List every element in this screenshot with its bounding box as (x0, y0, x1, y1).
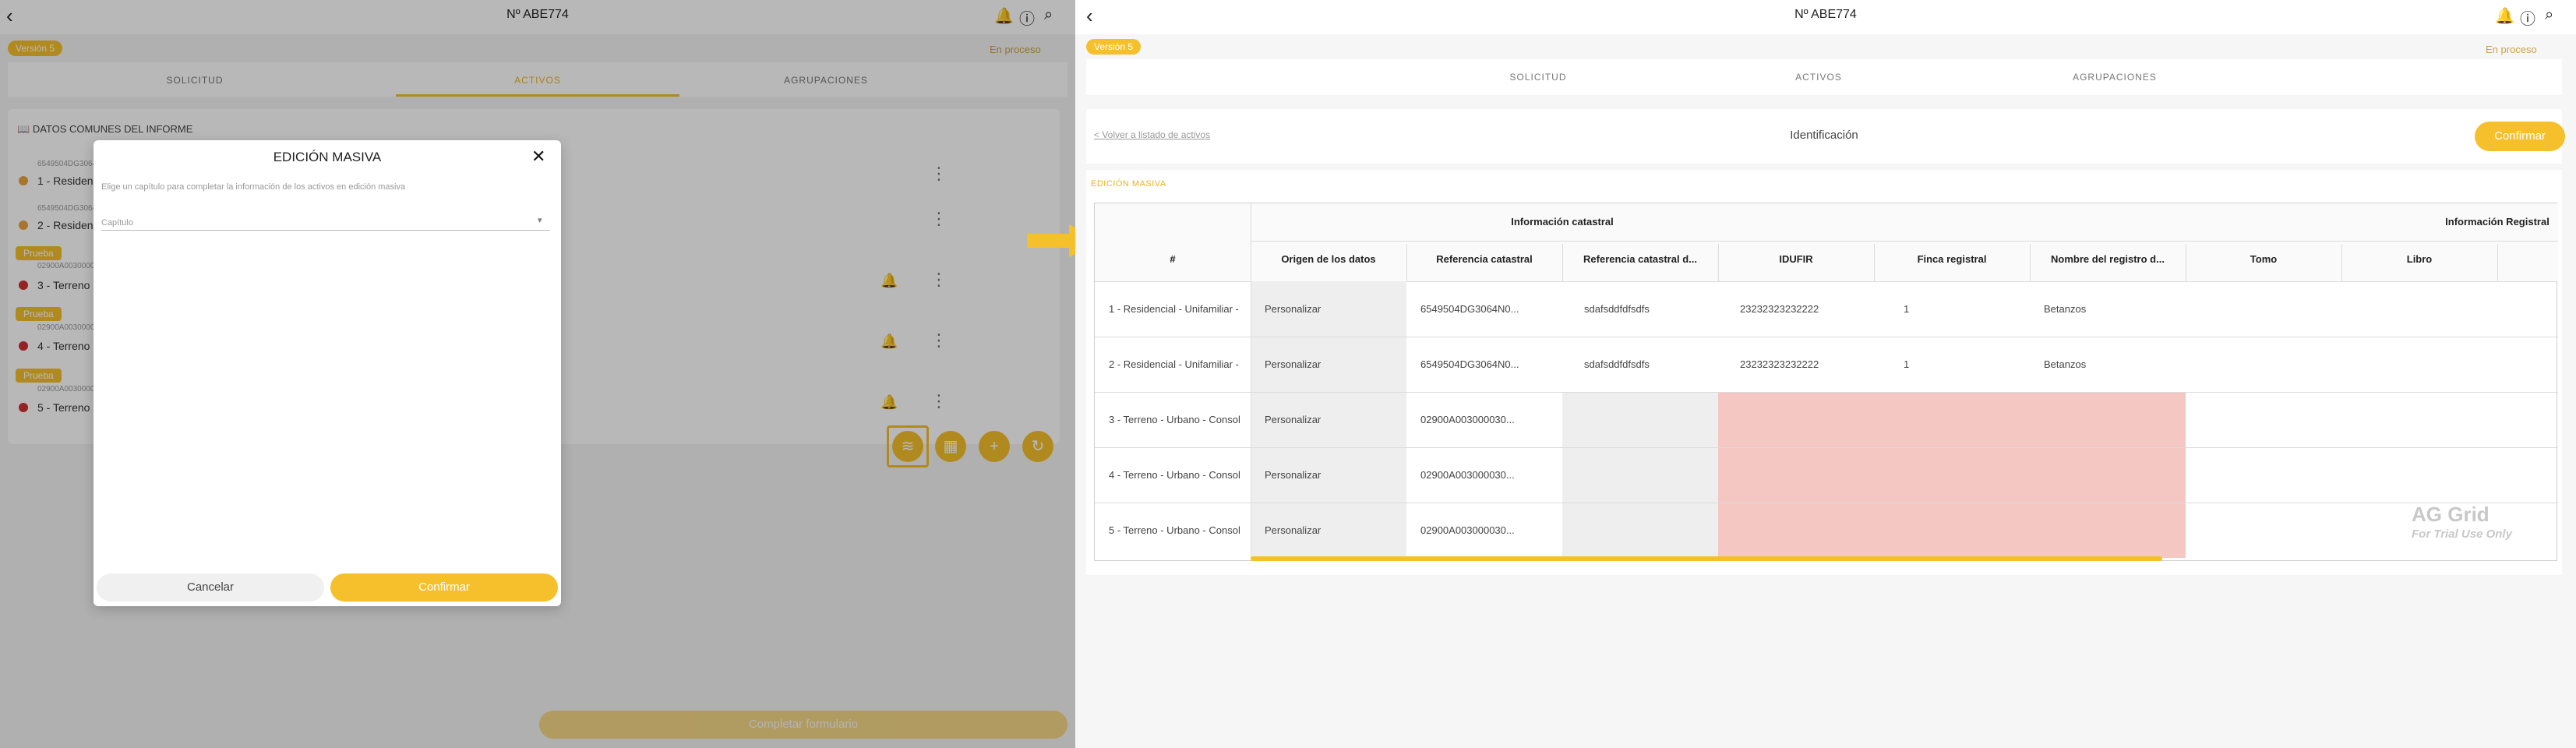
confirm-button[interactable]: Confirmar (330, 573, 558, 602)
mass-edit-card: EDICIÓN MASIVA Información catastral Inf… (1086, 170, 2562, 575)
cell-ref2[interactable]: sdafsddfdfsdfs (1584, 303, 1717, 315)
action-bar: < Volver a listado de activos Identifica… (1086, 109, 2565, 164)
chevron-down-icon: ▾ (538, 216, 542, 225)
cell-origen[interactable]: Personalizar (1265, 414, 1405, 425)
col-header[interactable]: Tomo (2186, 253, 2341, 265)
grid-watermark-sub: For Trial Use Only (2412, 527, 2512, 541)
version-badge: Versión 5 (1086, 39, 1142, 55)
right-screen: ‹ Nº ABE774 🔔 ⓘ ⌕ Versión 5 En proceso S… (1075, 0, 2576, 748)
tab-activos[interactable]: ACTIVOS (1756, 72, 1881, 83)
page-title: Nº ABE774 (1794, 8, 1857, 21)
cell-id[interactable]: 3 - Terreno - Urbano - Consol (1109, 414, 1249, 425)
edition-label: EDICIÓN MASIVA (1091, 179, 1166, 189)
info-icon[interactable]: ⓘ (2520, 6, 2535, 29)
error-cells (1718, 392, 2186, 558)
cell-ref[interactable]: 02900A003000030... (1420, 469, 1561, 481)
grid-watermark: AG Grid (2412, 503, 2490, 526)
mass-edit-modal: EDICIÓN MASIVA ✕ Elige un capítulo para … (94, 140, 561, 606)
cell-origen[interactable]: Personalizar (1265, 358, 1405, 370)
col-header[interactable]: Finca registral (1874, 253, 2030, 265)
cell-ref[interactable]: 6549504DG3064N0... (1420, 358, 1561, 370)
cell-finca[interactable]: 1 (1904, 358, 2028, 370)
cell-origen[interactable]: Personalizar (1265, 303, 1405, 315)
status-text: En proceso (2486, 44, 2537, 55)
horizontal-scrollbar[interactable] (1251, 556, 2162, 561)
cell-ref2[interactable]: sdafsddfdfsdfs (1584, 358, 1717, 370)
col-header[interactable]: # (1095, 253, 1251, 265)
close-icon[interactable]: ✕ (531, 146, 545, 167)
section-label: Identificación (1790, 129, 1858, 142)
tab-solicitud[interactable]: SOLICITUD (1476, 72, 1600, 83)
select-placeholder: Capítulo (101, 218, 133, 228)
top-header: ‹ Nº ABE774 🔔 ⓘ ⌕ (1075, 0, 2576, 34)
col-header[interactable]: IDUFIR (1718, 253, 1874, 265)
data-grid: Información catastral Información Regist… (1094, 203, 2558, 561)
cell-id[interactable]: 1 - Residencial - Unifamiliar - (1109, 303, 1249, 315)
cell-idufir[interactable]: 23232323232222 (1740, 303, 1872, 315)
readonly-cells (1562, 392, 1718, 558)
search-icon[interactable]: ⌕ (2545, 6, 2553, 24)
modal-title: EDICIÓN MASIVA (273, 150, 382, 164)
col-header[interactable]: Libro (2341, 253, 2497, 265)
cell-origen[interactable]: Personalizar (1265, 469, 1405, 481)
cell-id[interactable]: 4 - Terreno - Urbano - Consol (1109, 469, 1249, 481)
col-header[interactable]: Origen de los datos (1251, 253, 1406, 265)
cell-idufir[interactable]: 23232323232222 (1740, 358, 1872, 370)
tab-agrupaciones[interactable]: AGRUPACIONES (2029, 72, 2200, 83)
cell-ref[interactable]: 02900A003000030... (1420, 414, 1561, 425)
tab-bar: SOLICITUD ACTIVOS AGRUPACIONES (1086, 59, 2562, 95)
cell-registro[interactable]: Betanzos (2044, 358, 2184, 370)
chapter-select[interactable]: Capítulo ▾ (101, 212, 550, 231)
grid-header (1095, 203, 2558, 281)
confirm-button[interactable]: Confirmar (2475, 122, 2565, 151)
left-screen: ‹ Nº ABE774 🔔 ⓘ ⌕ Versión 5 En proceso S… (0, 0, 1075, 748)
col-header[interactable]: Referencia catastral d... (1562, 253, 1718, 265)
cell-ref[interactable]: 6549504DG3064N0... (1420, 303, 1561, 315)
col-header[interactable]: Referencia catastral (1406, 253, 1562, 265)
col-header[interactable]: Nombre del registro d... (2030, 253, 2186, 265)
cell-finca[interactable]: 1 (1904, 303, 2028, 315)
group-header-catastral: Información catastral (1511, 216, 1614, 228)
cancel-button[interactable]: Cancelar (97, 573, 324, 602)
cell-registro[interactable]: Betanzos (2044, 303, 2184, 315)
bell-icon[interactable]: 🔔 (2495, 6, 2514, 26)
group-header-registral: Información Registral (2445, 216, 2550, 228)
modal-description: Elige un capítulo para completar la info… (101, 182, 406, 192)
cell-origen[interactable]: Personalizar (1265, 524, 1405, 536)
cell-id[interactable]: 5 - Terreno - Urbano - Consol (1109, 524, 1249, 536)
cell-id[interactable]: 2 - Residencial - Unifamiliar - (1109, 358, 1249, 370)
cell-ref[interactable]: 02900A003000030... (1420, 524, 1561, 536)
